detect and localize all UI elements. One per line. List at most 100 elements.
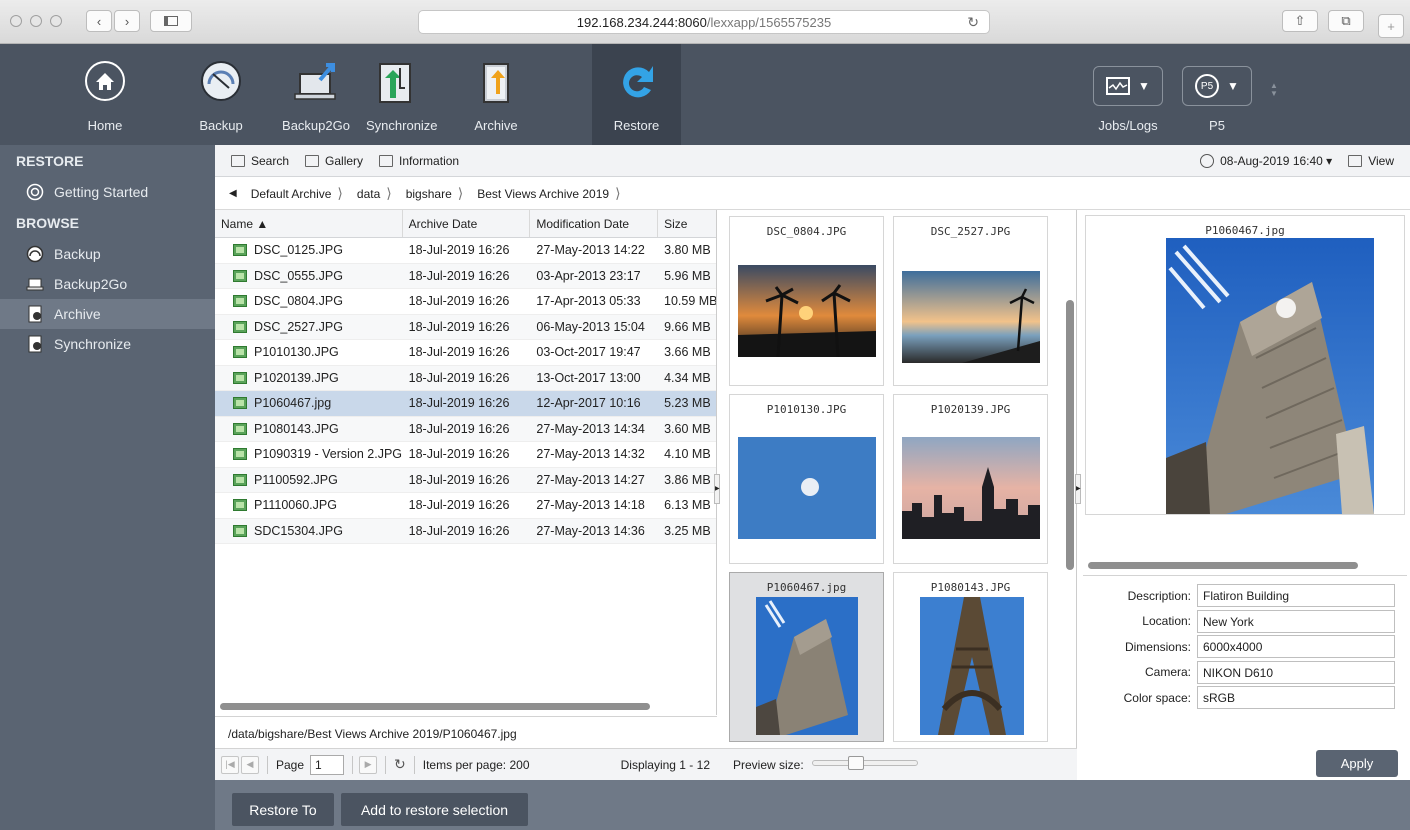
table-row[interactable]: P1060467.jpg 18-Jul-2019 16:26 12-Apr-2017… (215, 391, 716, 417)
collapse-gallery-handle[interactable]: ▶ (714, 474, 720, 504)
cell-archive-date: 18-Jul-2019 16:26 (403, 294, 531, 308)
toolbar-synchronize[interactable]: Synchronize (366, 44, 438, 145)
tabs-overview-button[interactable]: ⧉ (1328, 10, 1364, 32)
preview-size-slider-knob[interactable] (848, 756, 864, 770)
breadcrumb-item[interactable]: bigshare ⟩ (406, 185, 464, 202)
sidebar-item-backup[interactable]: Backup (0, 239, 215, 269)
table-row[interactable]: DSC_0125.JPG 18-Jul-2019 16:26 27-May-2013… (215, 238, 716, 264)
preview-horizontal-scrollbar[interactable] (1088, 562, 1358, 569)
zoom-window-button[interactable] (50, 15, 62, 27)
gallery-vertical-scrollbar[interactable] (1066, 300, 1074, 570)
metadata-value-input[interactable]: New York (1197, 609, 1395, 633)
toolbar-restore[interactable]: Restore (592, 44, 681, 145)
gallery-button[interactable]: Gallery (305, 154, 363, 168)
table-row[interactable]: P1110060.JPG 18-Jul-2019 16:26 27-May-2013… (215, 493, 716, 519)
table-row[interactable]: P1010130.JPG 18-Jul-2019 16:26 03-Oct-2017… (215, 340, 716, 366)
back-button[interactable]: ‹ (86, 10, 112, 32)
column-header-name[interactable]: Name ▲ (215, 210, 403, 237)
search-button[interactable]: Search (231, 154, 289, 168)
close-window-button[interactable] (10, 15, 22, 27)
metadata-label: Dimensions: (1124, 639, 1191, 654)
gallery-tile[interactable]: DSC_2527.JPG (893, 216, 1048, 386)
apply-button[interactable]: Apply (1316, 750, 1398, 777)
sidebar-item-backup2go[interactable]: Backup2Go (0, 269, 215, 299)
sidebar-item-synchronize[interactable]: Synchronize (0, 329, 215, 359)
gallery-tile[interactable]: P1080143.JPG (893, 572, 1048, 742)
cell-name: DSC_2527.JPG (215, 320, 403, 334)
image-file-icon (233, 499, 247, 512)
cell-modification-date-text: 03-Oct-2017 19:47 (536, 345, 641, 360)
table-row[interactable]: P1020139.JPG 18-Jul-2019 16:26 13-Oct-2017… (215, 365, 716, 391)
table-row[interactable]: P1100592.JPG 18-Jul-2019 16:26 27-May-2013… (215, 467, 716, 493)
archive-door-icon (476, 60, 516, 109)
divider (352, 755, 354, 774)
toolbar-backup[interactable]: Backup (196, 44, 246, 145)
divider (385, 755, 387, 774)
collapse-preview-handle[interactable]: ▶ (1075, 474, 1081, 504)
sidebar-item-archive[interactable]: Archive (0, 299, 215, 329)
metadata-label: Color space: (1123, 690, 1191, 705)
sync-arrows-icon (375, 60, 415, 109)
toolbar-home[interactable]: Home (68, 44, 142, 145)
gallery-tile[interactable]: P1010130.JPG (729, 394, 884, 564)
refresh-icon[interactable]: ↻ (394, 756, 406, 773)
flatiron-building-preview-photo (1166, 238, 1374, 514)
panel-splitter[interactable] (1083, 575, 1407, 576)
table-row[interactable]: DSC_0804.JPG 18-Jul-2019 16:26 17-Apr-2013… (215, 289, 716, 315)
metadata-value-input[interactable]: Flatiron Building (1197, 584, 1395, 608)
cell-name-text: DSC_0555.JPG (254, 268, 343, 283)
add-to-restore-selection-button[interactable]: Add to restore selection (341, 793, 528, 826)
sidebar-toggle-button[interactable] (150, 10, 192, 32)
main-toolbar: Home Backup Backup2Go Synchronize Archiv… (0, 44, 1410, 145)
next-page-button[interactable]: ▶ (359, 755, 378, 774)
page-number-input[interactable]: 1 (310, 754, 345, 775)
forward-button[interactable]: › (114, 10, 140, 32)
toolbar-backup2go[interactable]: Backup2Go (276, 44, 356, 145)
breadcrumb-item[interactable]: data ⟩ (357, 185, 392, 202)
image-file-icon (233, 269, 247, 282)
gallery-tile[interactable]: P1020139.JPG (893, 394, 1048, 564)
reload-icon[interactable]: ↻ (967, 14, 979, 31)
new-tab-button[interactable]: + (1378, 14, 1404, 38)
breadcrumb-item[interactable]: Best Views Archive 2019 ⟩ (477, 185, 620, 202)
lifebuoy-icon (26, 183, 44, 201)
cell-archive-date: 18-Jul-2019 16:26 (403, 498, 531, 512)
sidebar: RESTORE Getting Started BROWSE Backup Ba… (0, 145, 215, 830)
view-button[interactable]: View (1348, 154, 1394, 168)
cell-modification-date-text: 03-Apr-2013 23:17 (536, 268, 641, 283)
toolbar-archive[interactable]: Archive (468, 44, 524, 145)
toolbar-scroll-handle[interactable]: ▲ ▼ (1270, 82, 1278, 98)
cell-name: DSC_0125.JPG (215, 243, 403, 257)
prev-page-button[interactable]: ◀ (241, 755, 259, 774)
cell-name-text: DSC_0804.JPG (254, 294, 343, 309)
sidebar-item-getting-started[interactable]: Getting Started (0, 177, 215, 207)
cell-name-text: DSC_0125.JPG (254, 243, 343, 258)
information-button[interactable]: Information (379, 154, 459, 168)
chevron-right-icon: ⟩ (615, 185, 621, 201)
table-row[interactable]: DSC_2527.JPG 18-Jul-2019 16:26 06-May-2013… (215, 314, 716, 340)
table-row[interactable]: SDC15304.JPG 18-Jul-2019 16:26 27-May-2013… (215, 518, 716, 544)
gallery-tile[interactable]: DSC_0804.JPG (729, 216, 884, 386)
metadata-value-input[interactable]: sRGB (1197, 686, 1395, 710)
first-page-button[interactable]: |◀ (221, 755, 239, 774)
metadata-value-input[interactable]: NIKON D610 (1197, 660, 1395, 684)
address-bar[interactable]: 192.168.234.244:8060/lexxapp/1565575235 … (418, 10, 990, 34)
restore-arrow-icon (615, 60, 659, 107)
table-row[interactable]: P1090319 - Version 2.JPG 18-Jul-2019 16:2… (215, 442, 716, 468)
minimize-window-button[interactable] (30, 15, 42, 27)
table-horizontal-scrollbar[interactable] (220, 703, 650, 710)
column-header-size[interactable]: Size (658, 210, 716, 237)
restore-to-button[interactable]: Restore To (232, 793, 334, 826)
metadata-value-input[interactable]: 6000x4000 (1197, 635, 1395, 659)
share-button[interactable]: ⇧ (1282, 10, 1318, 32)
column-header-archive-date[interactable]: Archive Date (403, 210, 531, 237)
breadcrumb-back[interactable]: ◀ (229, 188, 237, 199)
breadcrumb-item[interactable]: Default Archive ⟩ (251, 185, 343, 202)
table-row[interactable]: DSC_0555.JPG 18-Jul-2019 16:26 03-Apr-2013… (215, 263, 716, 289)
gallery-tile-selected[interactable]: P1060467.jpg (729, 572, 884, 742)
column-header-modification-date[interactable]: Modification Date (530, 210, 659, 237)
preview-size-slider[interactable] (812, 760, 918, 766)
table-row[interactable]: P1080143.JPG 18-Jul-2019 16:26 27-May-2013… (215, 416, 716, 442)
view-label: View (1368, 153, 1394, 168)
snapshot-date-dropdown[interactable]: 08-Aug-2019 16:40 ▾ (1200, 153, 1332, 168)
